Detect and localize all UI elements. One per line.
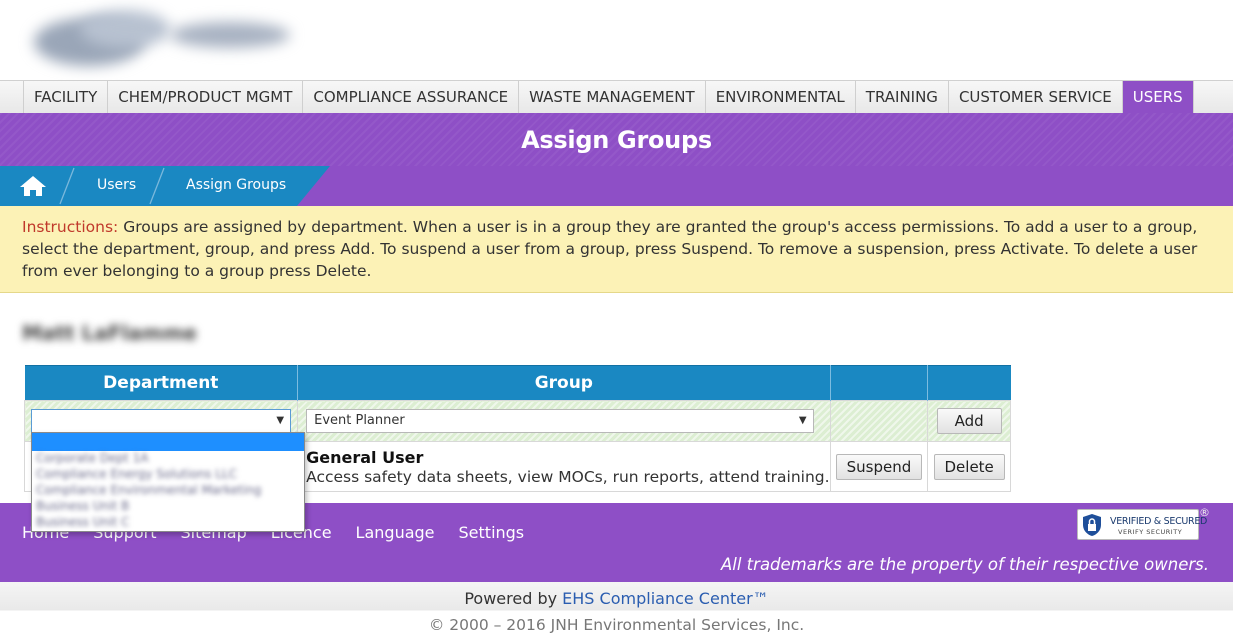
- bottom-bar: Powered by EHS Compliance Center™ © 2000…: [0, 582, 1233, 639]
- security-seal[interactable]: VERIFIED & SECURED VERIFY SECURITY: [1077, 509, 1207, 540]
- powered-by: Powered by EHS Compliance Center™: [0, 589, 1233, 608]
- chevron-down-icon: ▼: [276, 415, 285, 426]
- dropdown-option[interactable]: Business Unit C: [32, 515, 304, 531]
- seal-line-1: VERIFIED & SECURED: [1110, 516, 1208, 527]
- breadcrumb-users[interactable]: Users: [97, 177, 136, 193]
- registered-icon: ®: [1199, 506, 1210, 519]
- user-name: Matt LaFlamme: [22, 321, 197, 345]
- nav-waste-management[interactable]: WASTE MANAGEMENT: [519, 81, 706, 114]
- column-header-group: Group: [297, 365, 831, 401]
- column-header-suspend: [830, 365, 929, 401]
- nav-users[interactable]: USERS: [1122, 81, 1194, 114]
- breadcrumb-assign-groups: Assign Groups: [186, 177, 287, 193]
- instructions-label: Instructions:: [22, 218, 119, 236]
- nav-compliance-assurance[interactable]: COMPLIANCE ASSURANCE: [303, 81, 520, 114]
- chevron-down-icon: ▼: [798, 415, 807, 426]
- home-icon[interactable]: [18, 175, 48, 197]
- nav-environmental[interactable]: ENVIRONMENTAL: [706, 81, 856, 114]
- delete-button[interactable]: Delete: [933, 453, 1005, 480]
- breadcrumb-separator: [59, 167, 75, 205]
- instructions-text: Groups are assigned by department. When …: [22, 218, 1198, 280]
- group-select-value: Event Planner: [314, 413, 405, 428]
- main-nav: FACILITY CHEM/PRODUCT MGMT COMPLIANCE AS…: [0, 80, 1233, 114]
- department-select[interactable]: ▼: [31, 409, 292, 433]
- footer-link-language[interactable]: Language: [356, 523, 435, 542]
- suspend-button[interactable]: Suspend: [835, 453, 923, 480]
- department-dropdown-list[interactable]: Corporate Dept 1A Compliance Energy Solu…: [31, 432, 305, 532]
- add-button[interactable]: Add: [936, 408, 1002, 434]
- instructions-box: Instructions: Groups are assigned by dep…: [0, 206, 1233, 293]
- dropdown-option[interactable]: Business Unit B: [32, 499, 304, 515]
- lock-shield-icon: [1083, 514, 1101, 536]
- breadcrumb-separator: [149, 167, 165, 205]
- nav-customer-service[interactable]: CUSTOMER SERVICE: [949, 81, 1123, 114]
- copyright: © 2000 – 2016 JNH Environmental Services…: [428, 616, 805, 634]
- column-header-department: Department: [24, 365, 299, 401]
- page-title: Assign Groups: [521, 126, 712, 154]
- dropdown-option[interactable]: Compliance Energy Solutions LLC: [32, 467, 304, 483]
- nav-chem-product-mgmt[interactable]: CHEM/PRODUCT MGMT: [108, 81, 304, 114]
- footer-link-settings[interactable]: Settings: [459, 523, 525, 542]
- title-bar: Assign Groups: [0, 113, 1233, 166]
- group-name: General User: [306, 447, 424, 467]
- dropdown-option-selected[interactable]: [32, 433, 304, 451]
- nav-training[interactable]: TRAINING: [856, 81, 949, 114]
- dropdown-option[interactable]: Compliance Environmental Marketing: [32, 483, 304, 499]
- trademark-notice: All trademarks are the property of their…: [720, 555, 1209, 574]
- nav-facility[interactable]: FACILITY: [23, 81, 109, 114]
- group-description: Access safety data sheets, view MOCs, ru…: [306, 467, 830, 486]
- breadcrumb: Users Assign Groups: [0, 166, 330, 206]
- group-select[interactable]: Event Planner ▼: [306, 409, 814, 433]
- powered-by-prefix: Powered by: [464, 589, 563, 608]
- dropdown-option[interactable]: Corporate Dept 1A: [32, 451, 304, 467]
- company-logo: [20, 0, 320, 80]
- powered-by-link[interactable]: EHS Compliance Center™: [562, 589, 769, 608]
- seal-line-2: VERIFY SECURITY: [1118, 528, 1183, 536]
- column-header-delete: [927, 365, 1011, 401]
- breadcrumb-bar: Users Assign Groups: [0, 166, 1233, 206]
